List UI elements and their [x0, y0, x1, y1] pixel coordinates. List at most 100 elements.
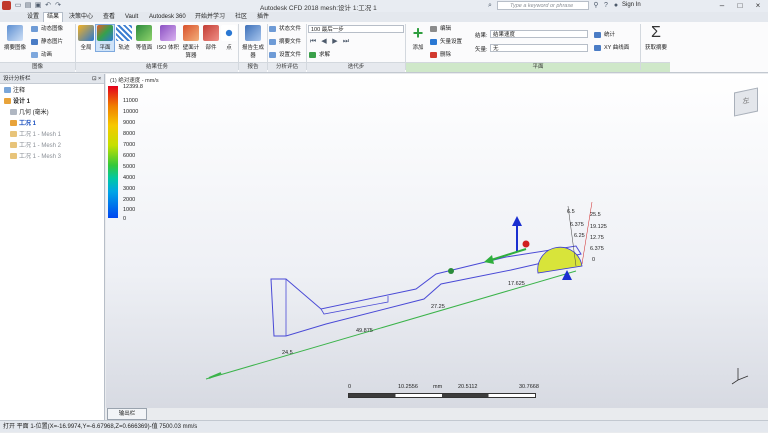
vector-select[interactable]: 无 — [490, 44, 588, 52]
scale-label: 0 — [348, 384, 352, 390]
model-canvas — [205, 201, 593, 380]
summary-image-button[interactable]: 摘要图像 — [2, 25, 28, 51]
scale-bar — [348, 393, 536, 398]
plane-icon — [97, 25, 113, 41]
tab-results[interactable]: 结果 — [43, 12, 64, 22]
tree-item-notes[interactable]: 注释 — [4, 86, 25, 96]
save-icon[interactable]: ▣ — [34, 2, 42, 10]
dynamic-image-button[interactable]: 动态图像 — [31, 25, 63, 33]
nozzle-inner-line — [320, 296, 389, 315]
nozzle-outline — [270, 245, 582, 337]
vector-settings-button[interactable]: 矢量设置 — [430, 38, 462, 46]
search-input[interactable]: Type a keyword or phrase — [497, 1, 589, 10]
tab-getting-started[interactable]: 开始并学习 — [192, 13, 228, 22]
axis-tick-label: 49.875 — [356, 328, 373, 334]
tree-item-scenario[interactable]: 工况 1 — [10, 119, 36, 129]
axis-tick-label: 6.375 — [570, 222, 584, 228]
maximize-button[interactable]: □ — [733, 1, 747, 10]
delete-plane-button[interactable]: 删除 — [430, 51, 451, 59]
open-icon[interactable]: ▤ — [24, 2, 32, 10]
group-label-plane: 平面 — [406, 62, 670, 72]
edit-plane-button[interactable]: 编辑 — [430, 25, 451, 33]
iteration-select[interactable]: 100 最后一步 — [308, 25, 404, 33]
group-label-result-tasks: 结果任务 — [76, 62, 238, 72]
result-select[interactable]: 结果速度 — [490, 30, 588, 38]
tree-item-geometry[interactable]: 几何 (毫米) — [10, 108, 49, 118]
pin-icon[interactable]: ⊡ — [92, 74, 97, 84]
add-plane-button[interactable]: + 添加 — [408, 24, 428, 51]
close-button[interactable]: × — [751, 1, 765, 10]
xy-plot-icon — [594, 45, 601, 51]
tree-item-mesh-3[interactable]: 工况 1 - Mesh 3 — [10, 152, 61, 162]
global-button[interactable]: 全局 — [77, 25, 95, 51]
wall-calculator-icon — [183, 25, 199, 41]
traces-icon — [116, 25, 132, 41]
axis-tick-label: 27.25 — [431, 304, 445, 310]
tab-community[interactable]: 社区 — [232, 13, 250, 22]
last-step-icon[interactable]: ⏭ — [342, 38, 350, 46]
sign-in-link[interactable]: Sign In — [622, 2, 641, 8]
get-summary-button[interactable]: Σ 获取摘要 — [643, 25, 669, 52]
tab-view[interactable]: 查看 — [100, 13, 118, 22]
summary-file-icon — [269, 39, 276, 45]
tree-item-design[interactable]: 设计 1 — [4, 97, 30, 107]
previous-step-icon[interactable]: ◀ — [320, 38, 328, 46]
tab-autodesk-360[interactable]: Autodesk 360 — [146, 13, 189, 22]
plane-handle[interactable] — [522, 240, 530, 248]
probe-point[interactable] — [448, 268, 454, 274]
undo-icon[interactable]: ↶ — [44, 2, 52, 10]
axis-tick-label: 25.5 — [590, 212, 601, 218]
status-bar: 打开 平面 1-位置(X=-16.9974,Y=-6.67968,Z=0.666… — [0, 420, 768, 432]
output-bar-tab[interactable]: 输出栏 — [107, 408, 147, 420]
isosurface-icon — [136, 25, 152, 41]
user-icon[interactable]: ● — [612, 2, 620, 10]
scale-label: 30.7668 — [519, 384, 539, 390]
next-step-icon[interactable]: ▶ — [331, 38, 339, 46]
group-label-image: 图像 — [0, 62, 75, 72]
plane-button[interactable]: 平面 — [95, 24, 115, 52]
tab-decision-center[interactable]: 决策中心 — [66, 13, 96, 22]
y-arrow-head — [512, 216, 522, 226]
static-image-icon — [31, 39, 38, 45]
binoculars-icon[interactable]: ⌕ — [486, 2, 494, 10]
search-icon[interactable]: ⚲ — [592, 2, 600, 10]
minimize-button[interactable]: – — [715, 1, 729, 10]
help-icon[interactable]: ? — [602, 2, 610, 10]
window-title: Autodesk CFD 2018 mesh:设计 1:工况 1 — [260, 5, 377, 12]
settings-file-button[interactable]: 设置文件 — [269, 51, 301, 59]
isosurface-button[interactable]: 等值面 — [134, 25, 154, 51]
result-label: 结果: — [475, 33, 488, 39]
point-button[interactable]: 点 — [221, 25, 237, 51]
wall-calculator-button[interactable]: 壁面计算器 — [181, 25, 201, 59]
close-icon[interactable]: × — [98, 74, 101, 84]
group-label-report: 报告 — [239, 62, 267, 72]
traces-button[interactable]: 轨迹 — [115, 25, 133, 51]
tab-vault[interactable]: Vault — [122, 13, 141, 22]
app-logo-icon[interactable] — [2, 1, 11, 10]
status-file-button[interactable]: 状态文件 — [269, 25, 301, 33]
design-icon — [4, 98, 11, 104]
parts-button[interactable]: 部件 — [202, 25, 220, 51]
iso-volume-button[interactable]: ISO 体积 — [155, 25, 181, 51]
delete-icon — [430, 52, 437, 58]
tab-setup[interactable]: 设置 — [24, 13, 42, 22]
redo-icon[interactable]: ↷ — [54, 2, 62, 10]
axis-tick-label: 0 — [592, 257, 596, 263]
tab-addins[interactable]: 插件 — [254, 13, 272, 22]
statistics-button[interactable]: 统计 — [594, 31, 615, 39]
tree-item-mesh-2[interactable]: 工况 1 - Mesh 2 — [10, 141, 61, 151]
statistics-icon — [594, 32, 601, 38]
axis-tick-label: 6.5 — [567, 209, 575, 215]
report-icon — [245, 25, 261, 41]
animation-button[interactable]: 动画 — [31, 51, 52, 59]
geometry-icon — [10, 109, 17, 115]
static-image-button[interactable]: 静态图片 — [31, 38, 63, 46]
xy-plot-button[interactable]: XY 曲线面 — [594, 44, 629, 52]
tree-item-mesh-1[interactable]: 工况 1 - Mesh 1 — [10, 130, 61, 140]
solve-button[interactable]: 求解 — [309, 51, 330, 59]
scenario-icon — [10, 120, 17, 126]
first-step-icon[interactable]: ⏮ — [309, 38, 317, 46]
summary-file-button[interactable]: 摘要文件 — [269, 38, 301, 46]
new-icon[interactable]: ▭ — [14, 2, 22, 10]
report-generator-button[interactable]: 报告生成器 — [241, 25, 265, 59]
